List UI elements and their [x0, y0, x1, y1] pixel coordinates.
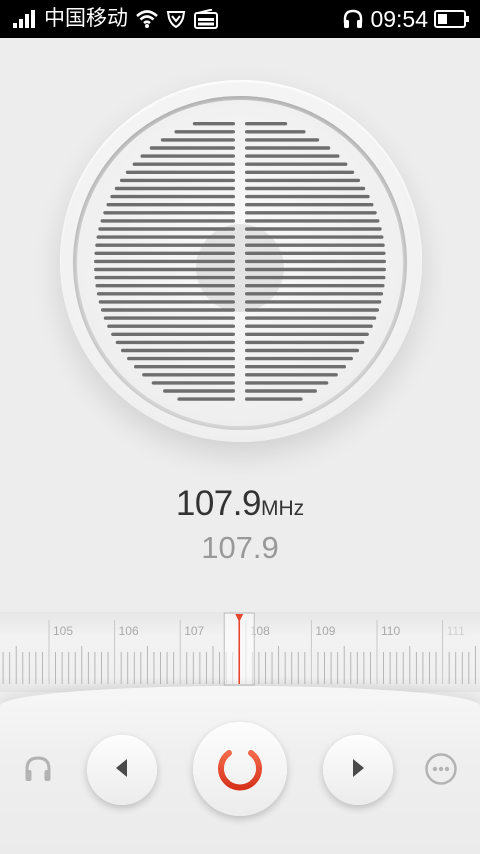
- next-icon: [347, 756, 369, 785]
- battery-icon: [434, 9, 470, 29]
- power-icon: [213, 740, 267, 799]
- tuner-mark-label: 110: [381, 624, 400, 638]
- frequency-value: 107.9: [175, 484, 262, 523]
- tuner-mark-label: 107: [184, 624, 204, 638]
- tuner-mark-label: 111: [447, 624, 466, 638]
- more-options-button[interactable]: [423, 752, 459, 791]
- previous-station-button[interactable]: [87, 735, 157, 805]
- tuner-mark-label: 106: [119, 624, 139, 638]
- frequency-display: 107.9MHz: [0, 484, 480, 524]
- headset-icon: [22, 753, 54, 790]
- shield-icon: [166, 9, 186, 29]
- speaker-grille: [77, 100, 403, 426]
- headset-icon: [342, 8, 364, 30]
- signal-icon: [12, 9, 36, 29]
- clock: 09:54: [370, 6, 428, 32]
- headset-output-button[interactable]: [20, 753, 56, 789]
- wifi-icon: [136, 9, 158, 29]
- previous-icon: [111, 756, 133, 785]
- more-icon: [424, 752, 458, 791]
- power-button[interactable]: [193, 722, 287, 816]
- radio-icon: [194, 9, 218, 29]
- station-name: 107.9: [201, 530, 279, 565]
- carrier-name: 中国移动: [44, 7, 128, 30]
- tuner-mark-label: 105: [53, 624, 73, 638]
- status-bar: 中国移动 09:54: [0, 0, 480, 38]
- frequency-unit: MHz: [260, 497, 305, 520]
- speaker-graphic: [60, 80, 422, 442]
- tuner-dial[interactable]: 105 106 107 108 109 110 111: [0, 612, 480, 692]
- next-station-button[interactable]: [323, 735, 393, 805]
- tuner-mark-label: 109: [315, 624, 335, 638]
